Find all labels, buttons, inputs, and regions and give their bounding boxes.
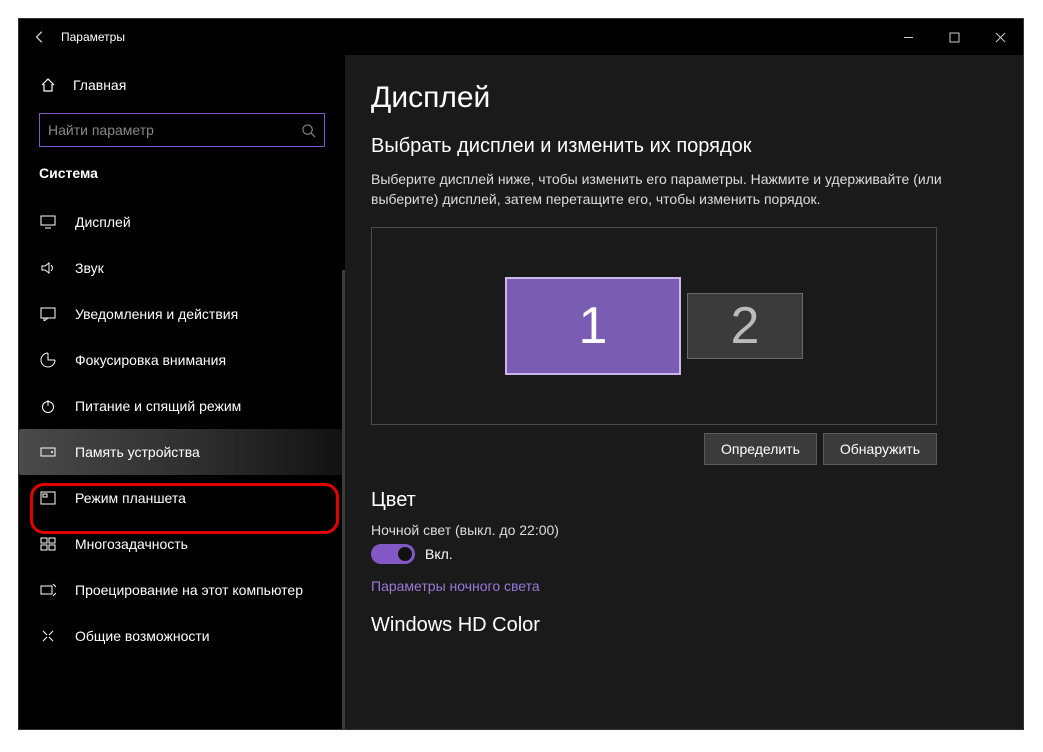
storage-icon: [39, 443, 57, 461]
night-light-toggle[interactable]: [371, 544, 415, 564]
nav-label: Фокусировка внимания: [75, 352, 226, 368]
minimize-button[interactable]: [885, 19, 931, 55]
monitor-2[interactable]: 2: [687, 293, 803, 359]
window-title: Параметры: [61, 30, 125, 44]
window-controls: [885, 19, 1023, 55]
search-icon: [301, 123, 316, 138]
nav-label: Режим планшета: [75, 490, 186, 506]
content-area: Дисплей Выбрать дисплеи и изменить их по…: [345, 55, 1023, 729]
nav-label: Общие возможности: [75, 628, 210, 644]
tablet-icon: [39, 489, 57, 507]
focus-icon: [39, 351, 57, 369]
section-label: Система: [19, 165, 345, 181]
nav-multitasking[interactable]: Многозадачность: [19, 521, 345, 567]
sound-icon: [39, 259, 57, 277]
nav-projecting[interactable]: Проецирование на этот компьютер: [19, 567, 345, 613]
nav-label: Дисплей: [75, 214, 131, 230]
sidebar-scrollbar[interactable]: [342, 270, 345, 729]
notifications-icon: [39, 305, 57, 323]
arrange-description: Выберите дисплей ниже, чтобы изменить ег…: [371, 170, 961, 209]
home-button[interactable]: Главная: [19, 65, 345, 105]
nav-sound[interactable]: Звук: [19, 245, 345, 291]
nav-label: Звук: [75, 260, 104, 276]
toggle-state: Вкл.: [425, 546, 453, 562]
detect-button[interactable]: Обнаружить: [823, 433, 937, 465]
settings-window: Параметры Главная Найти парамет: [18, 18, 1024, 730]
home-label: Главная: [73, 77, 126, 93]
night-light-settings-link[interactable]: Параметры ночного света: [371, 578, 1003, 594]
night-light-label: Ночной свет (выкл. до 22:00): [371, 522, 1003, 538]
nav-power[interactable]: Питание и спящий режим: [19, 383, 345, 429]
color-heading: Цвет: [371, 489, 1003, 512]
nav-notifications[interactable]: Уведомления и действия: [19, 291, 345, 337]
sidebar: Главная Найти параметр Система Дисплей: [19, 55, 345, 729]
projecting-icon: [39, 581, 57, 599]
titlebar: Параметры: [19, 19, 1023, 55]
shared-icon: [39, 627, 57, 645]
display-icon: [39, 213, 57, 231]
maximize-button[interactable]: [931, 19, 977, 55]
close-button[interactable]: [977, 19, 1023, 55]
multitasking-icon: [39, 535, 57, 553]
nav-label: Проецирование на этот компьютер: [75, 582, 303, 598]
search-input[interactable]: Найти параметр: [39, 113, 325, 147]
nav-label: Многозадачность: [75, 536, 188, 552]
display-buttons: Определить Обнаружить: [371, 433, 937, 465]
hd-color-heading: Windows HD Color: [371, 614, 1003, 637]
search-placeholder: Найти параметр: [48, 122, 154, 138]
nav-tablet[interactable]: Режим планшета: [19, 475, 345, 521]
arrange-heading: Выбрать дисплеи и изменить их порядок: [371, 135, 1003, 158]
nav-label: Память устройства: [75, 444, 200, 460]
nav-label: Питание и спящий режим: [75, 398, 241, 414]
power-icon: [39, 397, 57, 415]
monitor-1[interactable]: 1: [505, 277, 681, 375]
home-icon: [39, 76, 57, 94]
display-arrangement[interactable]: 1 2: [371, 227, 937, 425]
identify-button[interactable]: Определить: [704, 433, 817, 465]
nav-focus[interactable]: Фокусировка внимания: [19, 337, 345, 383]
nav-shared[interactable]: Общие возможности: [19, 613, 345, 659]
nav-label: Уведомления и действия: [75, 306, 238, 322]
back-button[interactable]: [19, 19, 61, 55]
page-heading: Дисплей: [371, 81, 1003, 115]
nav-display[interactable]: Дисплей: [19, 199, 345, 245]
nav-list: Дисплей Звук Уведомления и действия Фоку…: [19, 199, 345, 659]
nav-storage[interactable]: Память устройства: [19, 429, 345, 475]
